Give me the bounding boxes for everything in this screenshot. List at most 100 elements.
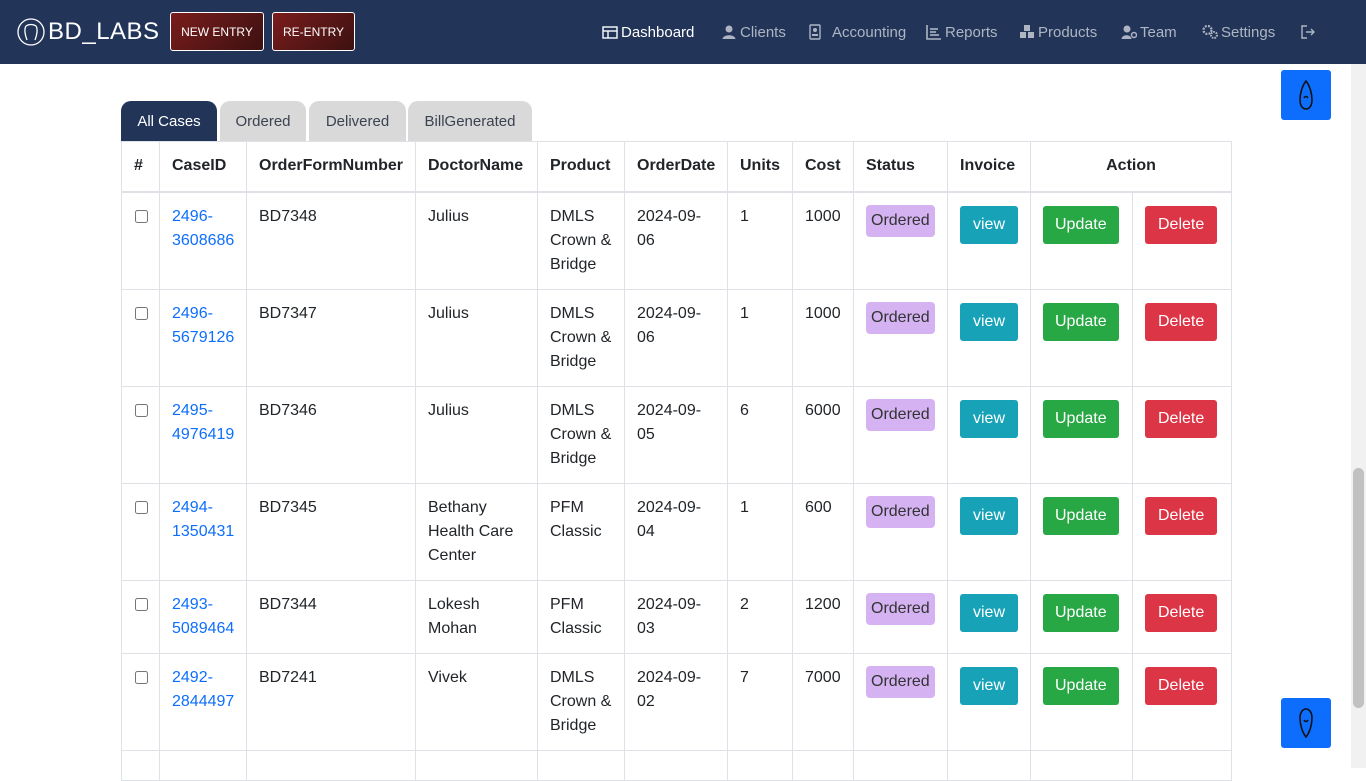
status-cell: Ordered [853, 288, 948, 387]
re-entry-button[interactable]: RE-ENTRY [272, 12, 355, 51]
cost-cell: 7000 [792, 652, 854, 751]
nav-clients[interactable]: Clients [721, 20, 786, 44]
order-date-cell: 2024-09-02 [624, 652, 728, 751]
nav-team[interactable]: Team [1121, 20, 1177, 44]
status-badge: Ordered [866, 592, 935, 625]
tab-bill-generated[interactable]: BillGenerated [408, 101, 532, 141]
nav-accounting[interactable]: Accounting [807, 20, 906, 44]
nav-products[interactable]: Products [1019, 20, 1097, 44]
tab-ordered[interactable]: Ordered [220, 101, 306, 141]
new-entry-button[interactable]: NEW ENTRY [170, 12, 264, 51]
doctor-cell: Vivek [415, 652, 538, 751]
table-row: 2496- 3608686 BD7348 Julius DMLS Crown & Br… [121, 191, 1232, 290]
view-invoice-button[interactable]: view [960, 205, 1019, 244]
update-button[interactable]: Update [1043, 205, 1119, 244]
delete-button[interactable]: Delete [1145, 593, 1218, 632]
cases-table: # CaseID OrderFormNumber DoctorName Prod… [121, 141, 1232, 781]
case-id-cell: 2496- 5679126 [159, 288, 247, 387]
case-id-link[interactable]: 2493- 5089464 [172, 596, 234, 637]
status-badge: Ordered [866, 204, 935, 237]
partial-cell [121, 749, 160, 781]
status-badge: Ordered [866, 398, 935, 431]
delete-cell: Delete [1132, 579, 1232, 654]
update-button[interactable]: Update [1043, 302, 1119, 341]
delete-button[interactable]: Delete [1145, 205, 1218, 244]
units-cell: 6 [727, 385, 793, 484]
logout-button[interactable] [1300, 20, 1319, 44]
nav-dashboard-label: Dashboard [621, 23, 695, 41]
order-form-cell: BD7241 [246, 652, 416, 751]
tooth-logo-icon [17, 18, 45, 46]
doctor-cell: Julius [415, 288, 538, 387]
update-cell: Update [1030, 191, 1133, 290]
nav-settings[interactable]: Settings [1202, 20, 1275, 44]
brand-name: BD_LABS [48, 18, 160, 45]
nav-settings-label: Settings [1221, 23, 1276, 41]
nav-reports[interactable]: Reports [926, 20, 998, 44]
delete-button[interactable]: Delete [1145, 666, 1218, 705]
case-id-cell: 2493- 5089464 [159, 579, 247, 654]
case-id-cell: 2495- 4976419 [159, 385, 247, 484]
nav-team-label: Team [1140, 23, 1177, 41]
table-row: 2493- 5089464 BD7344 Lokesh Mohan PFM Class… [121, 579, 1232, 654]
case-id-link[interactable]: 2492- 2844497 [172, 669, 234, 710]
floating-scroll-up-button[interactable] [1281, 70, 1331, 120]
nav-products-label: Products [1038, 23, 1098, 41]
product-cell: PFM Classic [537, 579, 625, 654]
view-invoice-button[interactable]: view [960, 496, 1019, 535]
cubes-icon [1020, 25, 1034, 38]
status-cell: Ordered [853, 652, 948, 751]
order-date-cell: 2024-09-03 [624, 579, 728, 654]
update-button[interactable]: Update [1043, 399, 1119, 438]
cost-cell: 1200 [792, 579, 854, 654]
nav-dashboard[interactable]: Dashboard [602, 20, 694, 44]
update-button[interactable]: Update [1043, 666, 1119, 705]
update-cell: Update [1030, 385, 1133, 484]
row-checkbox[interactable] [135, 500, 148, 514]
case-id-link[interactable]: 2495- 4976419 [172, 402, 234, 443]
status-cell: Ordered [853, 385, 948, 484]
row-checkbox[interactable] [135, 597, 148, 611]
view-invoice-button[interactable]: view [960, 302, 1019, 341]
update-button[interactable]: Update [1043, 496, 1119, 535]
row-checkbox[interactable] [135, 306, 148, 320]
row-checkbox[interactable] [135, 209, 148, 223]
row-select-cell [121, 482, 160, 581]
order-date-cell: 2024-09-06 [624, 191, 728, 290]
view-invoice-button[interactable]: view [960, 666, 1019, 705]
case-id-link[interactable]: 2496- 3608686 [172, 208, 234, 249]
tooth-down-icon [1299, 708, 1313, 739]
order-date-cell: 2024-09-04 [624, 482, 728, 581]
status-badge: Ordered [866, 665, 935, 698]
col-header-units: Units [727, 141, 793, 193]
doctor-cell: Julius [415, 385, 538, 484]
page-scrollbar-thumb[interactable] [1353, 468, 1364, 708]
tab-delivered[interactable]: Delivered [309, 101, 406, 141]
invoice-cell: view [947, 385, 1031, 484]
floating-scroll-down-button[interactable] [1281, 698, 1331, 748]
product-cell: PFM Classic [537, 482, 625, 581]
table-row: 2492- 2844497 BD7241 Vivek DMLS Crown & Bri… [121, 652, 1232, 751]
row-checkbox[interactable] [135, 670, 148, 684]
col-header-invoice: Invoice [947, 141, 1031, 193]
order-date-cell: 2024-09-05 [624, 385, 728, 484]
delete-button[interactable]: Delete [1145, 399, 1218, 438]
id-card-icon [809, 24, 821, 40]
delete-button[interactable]: Delete [1145, 496, 1218, 535]
units-cell: 1 [727, 191, 793, 290]
row-checkbox[interactable] [135, 403, 148, 417]
delete-button[interactable]: Delete [1145, 302, 1218, 341]
table-row: 2495- 4976419 BD7346 Julius DMLS Crown & Br… [121, 385, 1232, 484]
user-icon [722, 25, 736, 39]
view-invoice-button[interactable]: view [960, 399, 1019, 438]
product-cell: DMLS Crown & Bridge [537, 288, 625, 387]
case-id-link[interactable]: 2496- 5679126 [172, 305, 234, 346]
col-header-order-form: OrderFormNumber [246, 141, 416, 193]
update-button[interactable]: Update [1043, 593, 1119, 632]
order-form-cell: BD7348 [246, 191, 416, 290]
tab-all-cases[interactable]: All Cases [121, 101, 217, 141]
brand[interactable]: BD_LABS [16, 16, 160, 48]
view-invoice-button[interactable]: view [960, 593, 1019, 632]
col-header-cost: Cost [792, 141, 854, 193]
case-id-link[interactable]: 2494- 1350431 [172, 499, 234, 540]
